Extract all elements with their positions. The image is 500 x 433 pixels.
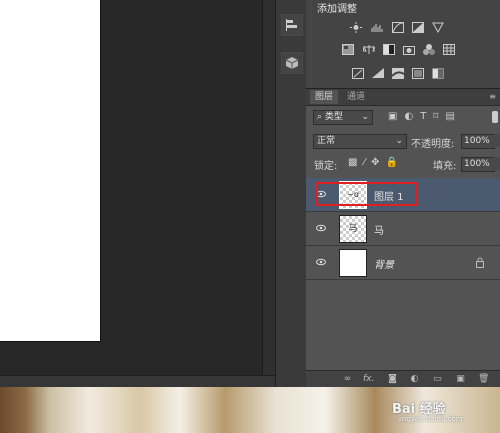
adjustment-icon[interactable]: ◐ [409,374,420,385]
panel-dock-column [275,0,307,387]
lock-all-icon[interactable]: 🔒 [386,157,404,168]
pixel-filter-icon[interactable]: ▣ [388,111,404,122]
color-lookup-icon[interactable] [443,44,455,55]
align-icon [286,19,297,31]
fill-slider-toggle[interactable] [494,157,500,170]
new-layer-icon[interactable]: ▣ [455,374,466,385]
fill-label: 填充: [433,161,457,172]
lock-label: 锁定: [314,161,338,172]
opacity-label: 不透明度: [411,139,455,150]
layer-name[interactable]: 背景 [374,256,394,271]
levels-icon[interactable] [371,22,383,33]
text-filter-icon[interactable]: T [420,111,433,122]
layer-thumbnail [339,249,367,277]
chevron-down-icon: ⌄ [395,136,403,146]
opacity-slider-toggle[interactable] [494,134,500,147]
hue-saturation-icon[interactable] [342,44,354,55]
document-canvas[interactable] [0,0,101,342]
3d-tool-button[interactable] [281,52,303,74]
threshold-icon[interactable] [392,68,404,79]
black-white-icon[interactable] [383,44,395,55]
tab-layers[interactable]: 图层 [310,90,339,104]
highlight-box [316,182,418,206]
selective-color-icon[interactable] [432,68,444,79]
trash-icon[interactable]: 🗑 [478,374,489,385]
photo-filter-icon[interactable] [403,44,415,55]
fill-input[interactable]: 100% [461,157,495,172]
blend-mode-select[interactable]: 正常 ⌄ [313,134,407,149]
invert-icon[interactable] [352,68,364,79]
eye-icon[interactable] [316,223,326,233]
channel-mixer-icon[interactable] [423,44,435,55]
vertical-scrollbar[interactable] [262,0,275,387]
lock-icon [476,257,484,268]
color-balance-icon[interactable] [363,44,375,55]
lock-position-icon[interactable]: ✥ [371,157,385,168]
smart-object-filter-icon[interactable]: ▤ [445,111,461,122]
fx-icon[interactable]: fx. [363,374,374,385]
layer-filter-select[interactable]: ⌕ 类型 ⌄ [313,110,373,125]
tab-channels[interactable]: 通道 [342,90,370,104]
blend-mode-value: 正常 [317,136,336,146]
lock-icons: ▩⁄✥🔒 [348,157,404,168]
curves-icon[interactable] [392,22,404,33]
filter-type-label: 类型 [324,112,343,122]
layers-bottom-bar: ∞ fx. ◙ ◐ ▭ ▣ 🗑 [306,370,500,388]
watermark-url: jingyan.baidu.com [398,415,463,423]
adjustment-filter-icon[interactable]: ◐ [404,111,420,122]
search-icon: ⌕ [317,112,323,122]
cube-icon [285,57,299,69]
gradient-map-icon[interactable] [412,68,424,79]
filter-icons: ▣◐T⌑▤ [388,111,462,122]
lock-brush-icon[interactable]: ⁄ [363,157,371,168]
filter-toggle[interactable] [492,111,498,123]
mask-icon[interactable]: ◙ [387,374,398,385]
layers-tab-bar: 图层 通道 ≡ [306,89,500,106]
adjustments-title: 添加调整 [317,4,357,15]
posterize-icon[interactable] [372,68,384,79]
exposure-icon[interactable] [412,22,424,33]
layer-thumbnail: 马 [339,215,367,243]
opacity-input[interactable]: 100% [461,134,495,149]
link-icon[interactable]: ∞ [342,374,353,385]
eye-icon[interactable] [316,257,326,267]
align-tool-button[interactable] [281,14,303,36]
layer-row-background[interactable]: 背景 [306,246,500,280]
layer-name[interactable]: 马 [374,222,384,237]
shape-filter-icon[interactable]: ⌑ [433,111,445,122]
vibrance-icon[interactable] [432,22,444,33]
layer-row-horse[interactable]: 马 马 [306,212,500,246]
panel-menu-icon[interactable]: ≡ [489,92,496,101]
lock-transparent-icon[interactable]: ▩ [348,157,363,168]
chevron-down-icon: ⌄ [361,112,369,122]
folder-icon[interactable]: ▭ [432,374,443,385]
brightness-icon[interactable] [350,22,362,33]
